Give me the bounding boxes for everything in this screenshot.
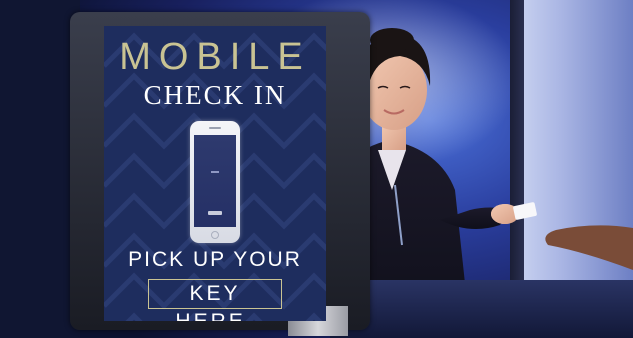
sign-key-here-box: KEY HERE.	[148, 279, 282, 321]
mobile-check-in-sign: MOBILE CHECK IN PICK UP YOUR KEY HERE.	[104, 26, 326, 321]
phone-screen-mark	[211, 171, 219, 173]
key-card-front	[513, 202, 537, 220]
phone-speaker	[209, 127, 221, 129]
reception-counter	[330, 280, 633, 338]
phone-home-button	[211, 231, 219, 239]
photo-scene: MOBILE CHECK IN PICK UP YOUR KEY HERE.	[0, 0, 633, 338]
phone-screen	[194, 135, 236, 227]
smartphone-illustration	[190, 121, 240, 243]
phone-screen-logo	[208, 211, 222, 215]
guest-hand-front	[545, 225, 633, 270]
sign-pickup-line: PICK UP YOUR	[128, 248, 302, 271]
sign-title-mobile: MOBILE	[119, 36, 311, 78]
sign-title-check-in: CHECK IN	[143, 80, 287, 110]
